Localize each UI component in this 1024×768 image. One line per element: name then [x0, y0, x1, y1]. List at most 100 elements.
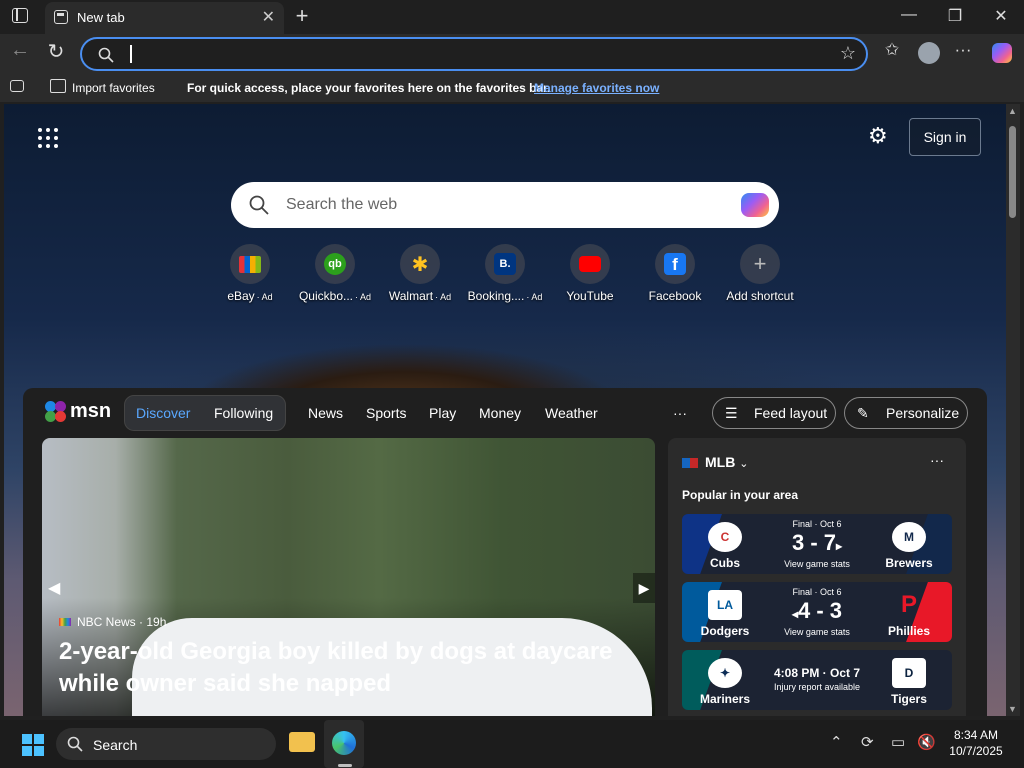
- home-team: Mariners: [699, 692, 751, 706]
- scroll-up-icon[interactable]: ▲: [1008, 106, 1017, 116]
- mlb-logo-icon: [682, 458, 698, 469]
- game-row[interactable]: ✦ Mariners 4:08 PM · Oct 7 Injury report…: [682, 650, 952, 710]
- close-tab-icon[interactable]: ✕: [262, 7, 275, 27]
- search-placeholder: Search the web: [286, 196, 398, 213]
- sports-card: MLB ⌄ ··· Popular in your area C Cubs Fi…: [668, 438, 966, 716]
- game-row[interactable]: LA Dodgers Final · Oct 6 ◂4 - 3 View gam…: [682, 582, 952, 642]
- nav-weather[interactable]: Weather: [545, 405, 598, 421]
- nav-more-button[interactable]: ···: [673, 405, 687, 421]
- minimize-button[interactable]: —: [894, 6, 924, 24]
- apps-launcher-icon[interactable]: [38, 128, 58, 148]
- story-source: NBC News · 19h: [59, 615, 166, 629]
- away-team: Brewers: [885, 556, 933, 570]
- mariners-logo-icon: ✦: [708, 658, 742, 688]
- story-headline[interactable]: 2-year-old Georgia boy killed by dogs at…: [59, 636, 629, 700]
- nav-play[interactable]: Play: [429, 405, 456, 421]
- close-window-button[interactable]: ✕: [986, 6, 1016, 26]
- tab-actions-icon[interactable]: [12, 8, 28, 23]
- nav-news[interactable]: News: [308, 405, 343, 421]
- file-explorer-icon[interactable]: [289, 732, 315, 752]
- shortcut-add[interactable]: + Add shortcut: [715, 244, 805, 303]
- refresh-icon[interactable]: ↻: [42, 39, 70, 64]
- volume-muted-icon[interactable]: 🔇: [917, 733, 936, 751]
- carousel-next-icon[interactable]: ▶: [633, 573, 655, 603]
- nav-money[interactable]: Money: [479, 405, 521, 421]
- tigers-logo-icon: D: [892, 658, 926, 688]
- home-team: Dodgers: [700, 624, 750, 638]
- favorites-icon[interactable]: ✩: [879, 40, 905, 60]
- cubs-logo-icon: C: [708, 522, 742, 552]
- network-icon[interactable]: ▭: [891, 733, 905, 751]
- feed-layout-button[interactable]: ☰ Feed layout: [712, 397, 836, 429]
- nav-sports[interactable]: Sports: [366, 405, 406, 421]
- game-row[interactable]: C Cubs Final · Oct 6 3 - 7▸ View game st…: [682, 514, 952, 574]
- chevron-up-icon[interactable]: ⌃: [830, 733, 843, 751]
- shortcut-label: eBay: [227, 289, 255, 303]
- manage-favorites-link[interactable]: Manage favorites now: [534, 81, 659, 95]
- winner-arrow-icon: ▸: [836, 539, 843, 553]
- walmart-icon: ✱: [400, 244, 440, 284]
- shortcut-walmart[interactable]: ✱ Walmart · Ad: [375, 244, 465, 303]
- web-search-box[interactable]: Search the web: [231, 182, 779, 228]
- shortcut-youtube[interactable]: YouTube: [545, 244, 635, 303]
- restore-button[interactable]: ❐: [940, 6, 970, 26]
- edge-icon[interactable]: [332, 731, 356, 755]
- copilot-search-icon[interactable]: [741, 193, 769, 217]
- shortcut-label: YouTube: [566, 289, 614, 303]
- league-selector[interactable]: MLB ⌄: [682, 454, 748, 470]
- settings-more-icon[interactable]: ···: [950, 40, 976, 60]
- new-tab-favicon-icon: [54, 10, 68, 24]
- scroll-down-icon[interactable]: ▼: [1008, 704, 1017, 714]
- search-icon: [249, 195, 269, 215]
- ad-badge: · Ad: [256, 292, 273, 302]
- taskbar-search[interactable]: Search: [56, 728, 276, 760]
- shortcut-booking[interactable]: B. Booking.... · Ad: [460, 244, 550, 303]
- msn-feed: msn Discover Following News Sports Play …: [23, 388, 987, 716]
- tab-title: New tab: [77, 10, 125, 25]
- game-link[interactable]: View game stats: [767, 627, 867, 637]
- game-status: Final · Oct 6: [792, 587, 842, 597]
- game-score: 3 - 7▸: [791, 530, 843, 555]
- favorites-bar: Import favorites For quick access, place…: [0, 74, 1024, 102]
- game-link[interactable]: Injury report available: [767, 682, 867, 692]
- import-icon: [50, 79, 66, 93]
- ad-badge: · Ad: [355, 292, 372, 302]
- favorite-star-icon[interactable]: ☆: [840, 43, 856, 64]
- copilot-icon[interactable]: [992, 43, 1012, 63]
- game-link[interactable]: View game stats: [767, 559, 867, 569]
- hero-story-card[interactable]: ◀ ▶ NBC News · 19h 2-year-old Georgia bo…: [42, 438, 655, 716]
- shortcut-label: Facebook: [648, 289, 702, 303]
- sign-in-button[interactable]: Sign in: [909, 118, 981, 156]
- gear-icon[interactable]: ⚙: [868, 123, 888, 149]
- youtube-icon: [570, 244, 610, 284]
- away-team: Phillies: [887, 624, 931, 638]
- new-tab-button[interactable]: +: [290, 3, 314, 29]
- back-arrow-icon[interactable]: ←: [6, 39, 34, 62]
- shortcut-label: Add shortcut: [726, 289, 794, 303]
- reading-view-icon[interactable]: [10, 80, 24, 92]
- sync-icon[interactable]: ⟳: [861, 733, 874, 751]
- booking-icon: B.: [485, 244, 525, 284]
- carousel-prev-icon[interactable]: ◀: [48, 578, 60, 598]
- profile-avatar[interactable]: [918, 42, 940, 64]
- msn-logo[interactable]: msn: [45, 400, 111, 423]
- personalize-label: Personalize: [886, 405, 960, 421]
- system-clock[interactable]: 8:34 AM 10/7/2025: [944, 727, 1008, 759]
- scroll-thumb[interactable]: [1009, 126, 1016, 218]
- import-favorites-link[interactable]: Import favorites: [72, 81, 155, 95]
- page-scrollbar[interactable]: ▲ ▼: [1006, 104, 1020, 716]
- personalize-button[interactable]: ✎ Personalize: [844, 397, 968, 429]
- new-tab-page: ⚙ Sign in Search the web eBay · Ad qb Qui…: [4, 104, 1006, 716]
- shortcut-quickbooks[interactable]: qb Quickbo... · Ad: [290, 244, 380, 303]
- shortcut-facebook[interactable]: f Facebook: [630, 244, 720, 303]
- tab-following[interactable]: Following: [214, 405, 273, 421]
- dodgers-logo-icon: LA: [708, 590, 742, 620]
- shortcut-ebay[interactable]: eBay · Ad: [205, 244, 295, 303]
- windows-start-icon[interactable]: [22, 734, 44, 756]
- facebook-icon: f: [655, 244, 695, 284]
- tab-discover[interactable]: Discover: [136, 405, 190, 421]
- tab-new-tab[interactable]: New tab ✕: [45, 2, 284, 34]
- sports-more-button[interactable]: ···: [930, 452, 944, 468]
- address-bar[interactable]: ☆: [80, 37, 868, 71]
- taskbar-search-label: Search: [93, 737, 138, 753]
